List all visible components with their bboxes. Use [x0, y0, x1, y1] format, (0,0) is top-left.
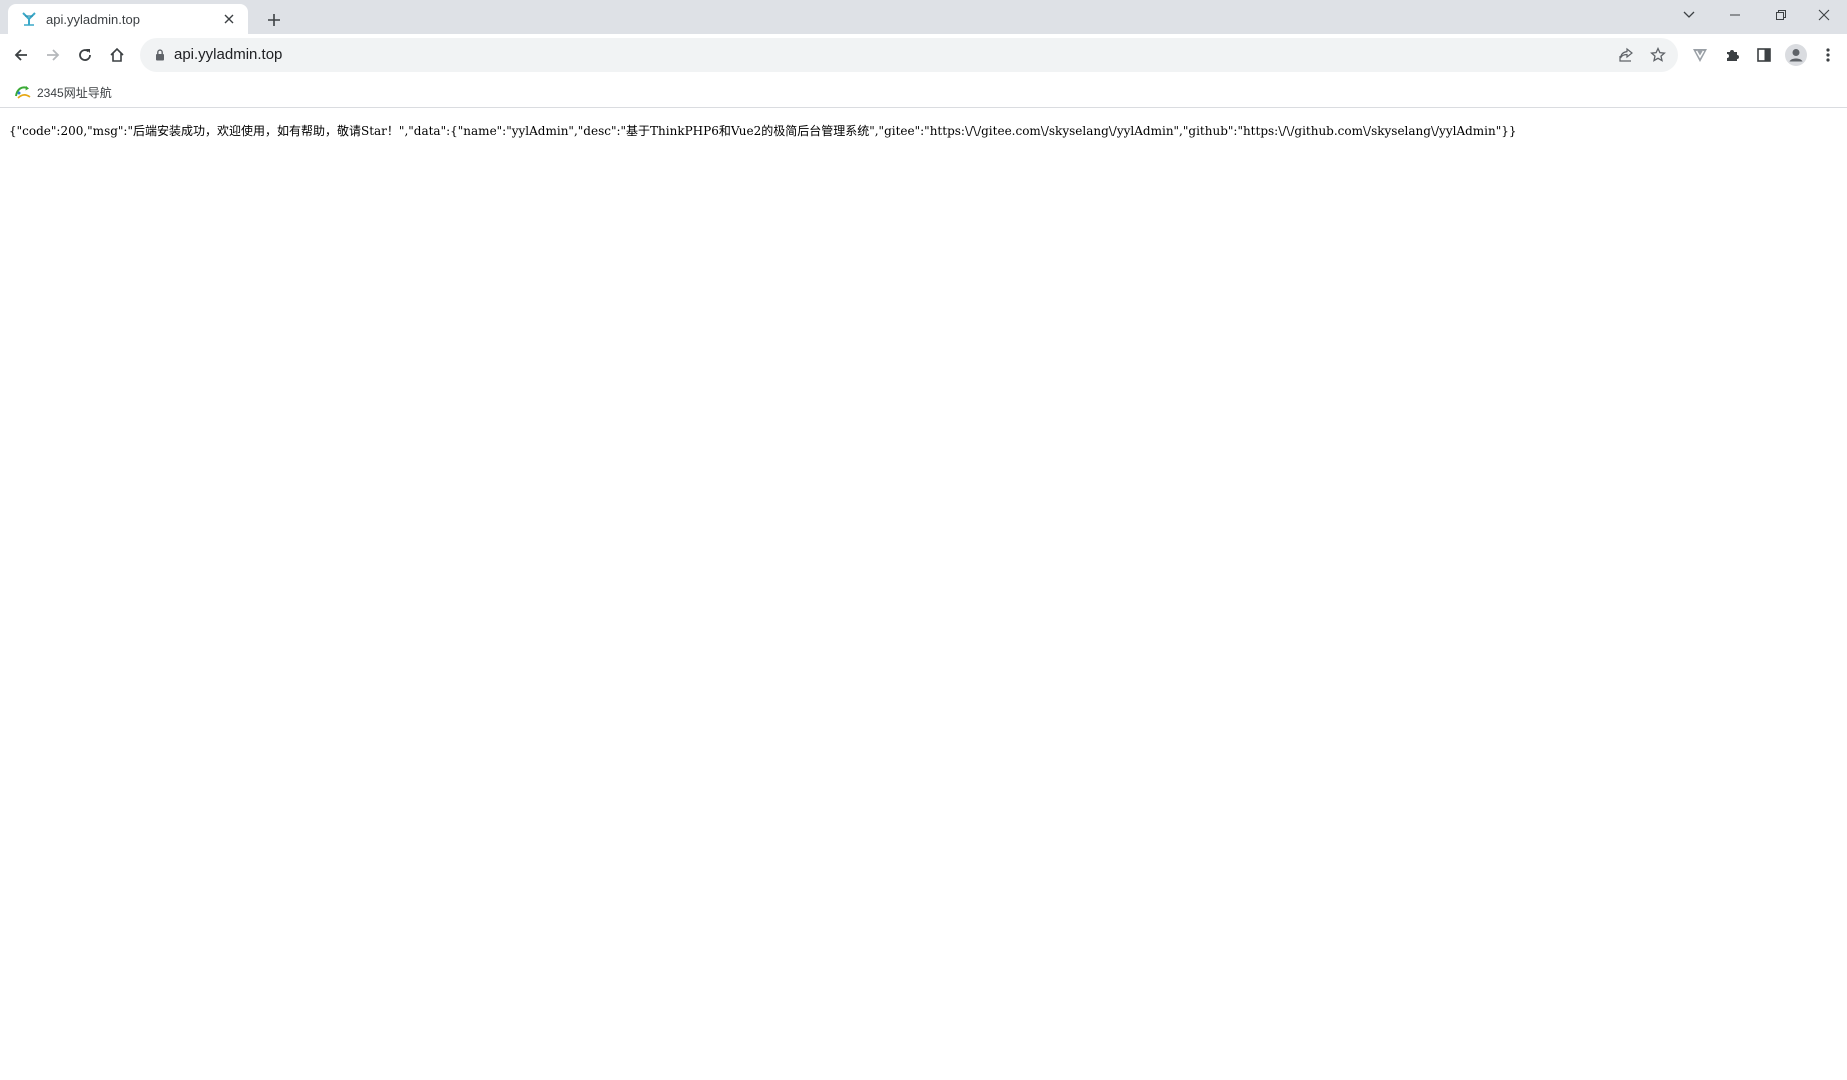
json-response-text: {"code":200,"msg":"后端安装成功，欢迎使用，如有帮助，敬请St…	[9, 124, 1517, 138]
back-button[interactable]	[5, 39, 37, 71]
page-viewport: {"code":200,"msg":"后端安装成功，欢迎使用，如有帮助，敬请St…	[0, 109, 1847, 1080]
address-bar[interactable]: api.yyladmin.top	[140, 38, 1678, 72]
extensions-button[interactable]	[1716, 39, 1748, 71]
reload-button[interactable]	[69, 39, 101, 71]
chevron-down-icon	[1683, 11, 1695, 18]
restore-icon	[1776, 10, 1786, 20]
close-window-button[interactable]	[1801, 0, 1847, 30]
lock-icon[interactable]	[152, 47, 168, 63]
avatar-icon	[1785, 44, 1807, 66]
tab-search-button[interactable]	[1666, 0, 1712, 30]
minimize-icon	[1730, 14, 1740, 16]
puzzle-icon	[1727, 50, 1739, 61]
tab-strip: api.yyladmin.top	[0, 0, 1847, 34]
home-icon	[110, 47, 124, 62]
tab-title: api.yyladmin.top	[46, 11, 140, 27]
arrow-right-icon	[47, 49, 60, 61]
bookmark-label: 2345网址导航	[37, 85, 112, 100]
side-panel-icon	[1757, 48, 1771, 62]
restore-button[interactable]	[1758, 0, 1804, 30]
profile-button[interactable]	[1780, 39, 1812, 71]
yyladmin-logo-icon	[20, 10, 38, 28]
active-tab[interactable]: api.yyladmin.top	[8, 4, 248, 34]
close-tab-icon[interactable]	[220, 10, 238, 28]
reload-icon	[79, 49, 91, 61]
home-button[interactable]	[101, 39, 133, 71]
bookmarks-bar: 2345网址导航	[0, 76, 1847, 108]
v-extension-icon	[1693, 49, 1707, 62]
plus-icon	[268, 14, 280, 26]
bookmark-2345[interactable]: 2345网址导航	[8, 80, 118, 104]
menu-button[interactable]	[1812, 39, 1844, 71]
arrow-left-icon	[14, 49, 27, 61]
share-icon[interactable]	[1613, 42, 1639, 68]
2345-logo-icon	[15, 86, 31, 99]
bookmark-star-icon[interactable]	[1645, 42, 1671, 68]
url-text[interactable]: api.yyladmin.top	[174, 38, 282, 72]
browser-toolbar: api.yyladmin.top	[0, 34, 1847, 76]
new-tab-button[interactable]	[260, 6, 288, 34]
side-panel-button[interactable]	[1748, 39, 1780, 71]
kebab-menu-icon	[1826, 48, 1830, 62]
extension-v-button[interactable]	[1684, 39, 1716, 71]
forward-button[interactable]	[37, 39, 69, 71]
close-icon	[1818, 9, 1830, 21]
minimize-button[interactable]	[1712, 0, 1758, 30]
